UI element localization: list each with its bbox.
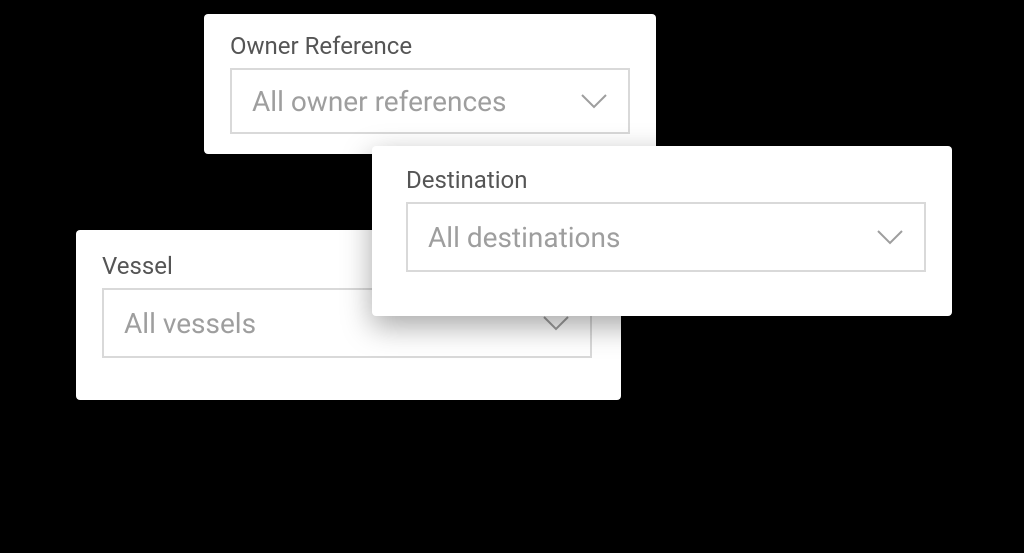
chevron-down-icon xyxy=(876,229,904,245)
owner-reference-select[interactable]: All owner references xyxy=(230,68,630,134)
destination-label: Destination xyxy=(406,166,926,194)
owner-reference-card: Owner Reference All owner references xyxy=(204,14,656,154)
vessel-value: All vessels xyxy=(124,307,256,340)
filters-stage: Owner Reference All owner references Ves… xyxy=(0,0,1024,553)
destination-value: All destinations xyxy=(428,221,620,254)
chevron-down-icon xyxy=(542,315,570,331)
owner-reference-label: Owner Reference xyxy=(230,32,630,60)
destination-select[interactable]: All destinations xyxy=(406,202,926,272)
destination-card: Destination All destinations xyxy=(372,146,952,316)
owner-reference-value: All owner references xyxy=(252,85,506,118)
chevron-down-icon xyxy=(580,93,608,109)
